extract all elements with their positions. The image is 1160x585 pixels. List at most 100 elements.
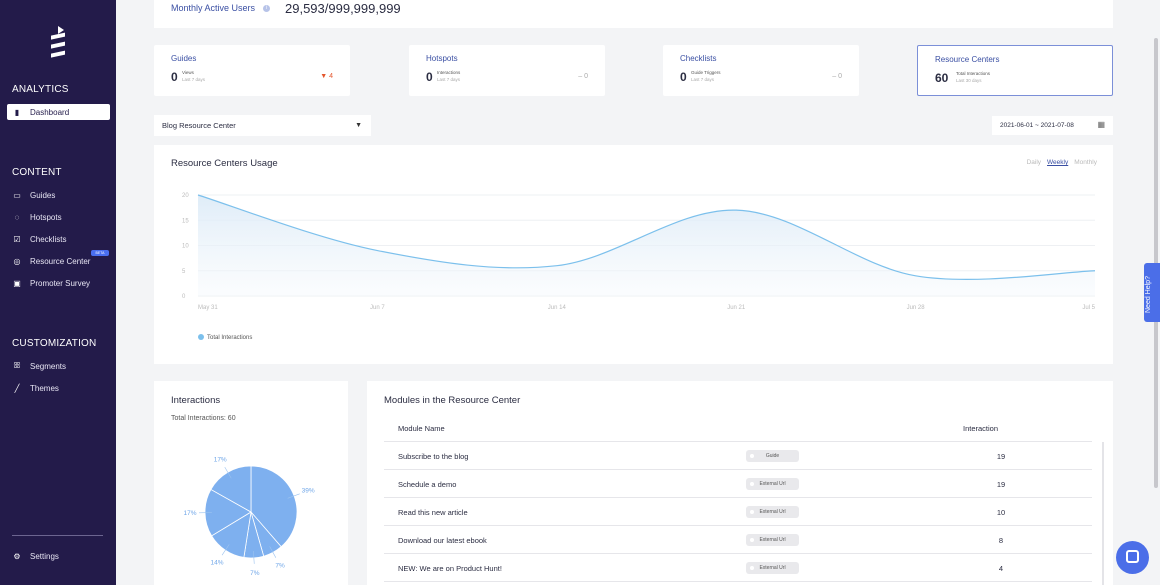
y-tick-label: 15 xyxy=(182,218,189,224)
checkbox-icon: ☑ xyxy=(13,234,21,244)
message-icon: ▭ xyxy=(13,190,21,200)
date-range-value: 2021-06-01 ~ 2021-07-08 xyxy=(1000,122,1074,129)
sidebar-item-hotspots[interactable]: ◌ Hotspots xyxy=(7,209,110,225)
stat-trend: – 0 xyxy=(578,73,588,80)
x-tick-label: Jun 28 xyxy=(907,305,926,311)
info-icon[interactable]: i xyxy=(263,5,270,12)
sidebar-item-segments[interactable]: ꕥ Segments xyxy=(7,358,110,374)
stat-title: Resource Centers xyxy=(935,55,1000,64)
usage-chart-card: Resource Centers Usage Daily Weekly Mont… xyxy=(154,145,1113,364)
column-header-interaction: Interaction xyxy=(963,424,999,433)
stat-title: Hotspots xyxy=(426,54,458,63)
resource-center-select[interactable]: Blog Resource Center ▼ xyxy=(154,115,371,136)
x-tick-label: Jun 14 xyxy=(548,305,567,311)
stat-period: Last 7 days xyxy=(437,77,461,82)
sidebar-item-label: Promoter Survey xyxy=(30,278,91,288)
stat-period: Last 7 days xyxy=(182,77,206,82)
modules-card: Modules in the Resource Center Module Na… xyxy=(367,381,1113,585)
legend-label: Total Interactions xyxy=(207,335,252,341)
lifebuoy-icon: ◎ xyxy=(13,256,21,266)
module-type-badge: External Url xyxy=(746,478,799,490)
table-row[interactable]: Download our latest ebook External Url 8 xyxy=(384,526,1092,554)
brush-icon: ╱ xyxy=(14,383,20,393)
table-row[interactable]: Schedule a demo External Url 19 xyxy=(384,470,1092,498)
users-icon: ꕥ xyxy=(13,361,21,370)
pie-label: 7% xyxy=(275,563,285,570)
stat-value: 0 xyxy=(426,70,433,84)
gear-icon: ⚙ xyxy=(13,551,21,561)
table-row[interactable]: NEW: We are on Product Hunt! External Ur… xyxy=(384,554,1092,582)
stat-card-hotspots[interactable]: Hotspots 0 Interactions Last 7 days – 0 xyxy=(409,45,605,96)
sidebar-item-label: Resource Center xyxy=(30,256,91,266)
sidebar-item-guides[interactable]: ▭ Guides xyxy=(7,187,110,203)
x-tick-label: Jul 5 xyxy=(1082,305,1095,311)
sidebar-item-label: Segments xyxy=(30,361,67,371)
y-tick-label: 20 xyxy=(182,193,189,199)
stat-unit: Guide Triggers xyxy=(691,70,721,75)
need-help-label: Need Help? xyxy=(1145,276,1152,313)
hotspot-icon: ◌ xyxy=(14,212,20,222)
stat-period: Last 30 days xyxy=(956,78,982,83)
caret-down-icon: ▼ xyxy=(355,122,362,129)
mau-value: 29,593/999,999,999 xyxy=(285,1,401,16)
stat-title: Guides xyxy=(171,54,197,63)
usage-chart: 0 5 10 15 20 May 31 Jun 7 Jun 14 Jun 21 Jun 28 Jul… xyxy=(182,193,1096,341)
sidebar-item-label: Dashboard xyxy=(30,107,70,117)
module-type-badge: External Url xyxy=(746,506,799,518)
section-customization: CUSTOMIZATION xyxy=(12,338,97,349)
stat-value: 0 xyxy=(171,70,178,84)
module-name: Read this new article xyxy=(398,508,468,517)
module-type-badge: Guide xyxy=(746,450,799,462)
survey-icon: ▣ xyxy=(13,278,21,288)
module-name: Download our latest ebook xyxy=(398,536,487,545)
module-name: Subscribe to the blog xyxy=(398,452,469,461)
chat-launcher-button[interactable] xyxy=(1116,541,1149,574)
y-tick-label: 5 xyxy=(182,269,186,275)
sidebar-divider xyxy=(12,535,103,536)
stat-unit: Interactions xyxy=(437,70,461,75)
stat-title: Checklists xyxy=(680,54,717,63)
sidebar-item-settings[interactable]: ⚙ Settings xyxy=(7,548,110,564)
bar-chart-icon: ▮ xyxy=(14,107,20,117)
pie-label: 14% xyxy=(211,560,224,567)
stat-card-checklists[interactable]: Checklists 0 Guide Triggers Last 7 days … xyxy=(663,45,859,96)
stat-value: 60 xyxy=(935,71,949,85)
sidebar-item-label: Guides xyxy=(30,190,56,200)
pie-label: 7% xyxy=(250,570,260,577)
stat-card-guides[interactable]: Guides 0 Views Last 7 days ▼ 4 xyxy=(154,45,350,96)
stat-card-resource-centers[interactable]: Resource Centers 60 Total Interactions L… xyxy=(917,45,1113,96)
column-header-module-name: Module Name xyxy=(398,424,445,433)
table-row[interactable]: Subscribe to the blog Guide 19 xyxy=(384,442,1092,470)
logo-icon xyxy=(51,26,65,58)
x-tick-label: Jun 21 xyxy=(727,305,746,311)
sidebar-item-label: Hotspots xyxy=(30,212,62,222)
select-value: Blog Resource Center xyxy=(162,121,236,130)
chat-icon xyxy=(1126,550,1139,563)
table-row[interactable]: Read this new article External Url 10 xyxy=(384,498,1092,526)
module-name: NEW: We are on Product Hunt! xyxy=(398,564,502,573)
stat-period: Last 7 days xyxy=(691,77,715,82)
sidebar-item-dashboard[interactable]: ▮ Dashboard xyxy=(7,104,110,120)
need-help-tab[interactable]: Need Help? xyxy=(1144,263,1160,322)
module-count: 8 xyxy=(998,536,1004,545)
interactions-card: Interactions Total Interactions: 60 39% 7… xyxy=(154,381,348,585)
date-range-picker[interactable]: 2021-06-01 ~ 2021-07-08 ▦ xyxy=(992,116,1113,135)
sidebar-item-themes[interactable]: ╱ Themes xyxy=(7,380,110,396)
section-content: CONTENT xyxy=(12,167,62,178)
sidebar-item-promoter-survey[interactable]: ▣ Promoter Survey xyxy=(7,275,110,291)
section-analytics: ANALYTICS xyxy=(12,84,69,95)
mau-card: Monthly Active Users i 29,593/999,999,99… xyxy=(154,0,1113,28)
sidebar-item-label: Settings xyxy=(30,551,59,561)
module-name: Schedule a demo xyxy=(398,480,457,489)
sidebar-item-checklists[interactable]: ☑ Checklists xyxy=(7,231,110,247)
x-tick-label: Jun 7 xyxy=(370,305,385,311)
stat-unit: Total Interactions xyxy=(956,71,991,76)
module-count: 19 xyxy=(996,480,1006,489)
y-tick-label: 0 xyxy=(182,294,186,300)
table-scrollbar[interactable] xyxy=(1102,442,1104,585)
x-tick-label: May 31 xyxy=(198,305,218,311)
calendar-icon: ▦ xyxy=(1097,120,1105,129)
modules-title: Modules in the Resource Center xyxy=(384,395,521,406)
module-count: 19 xyxy=(996,452,1006,461)
module-type-badge: External Url xyxy=(746,534,799,546)
